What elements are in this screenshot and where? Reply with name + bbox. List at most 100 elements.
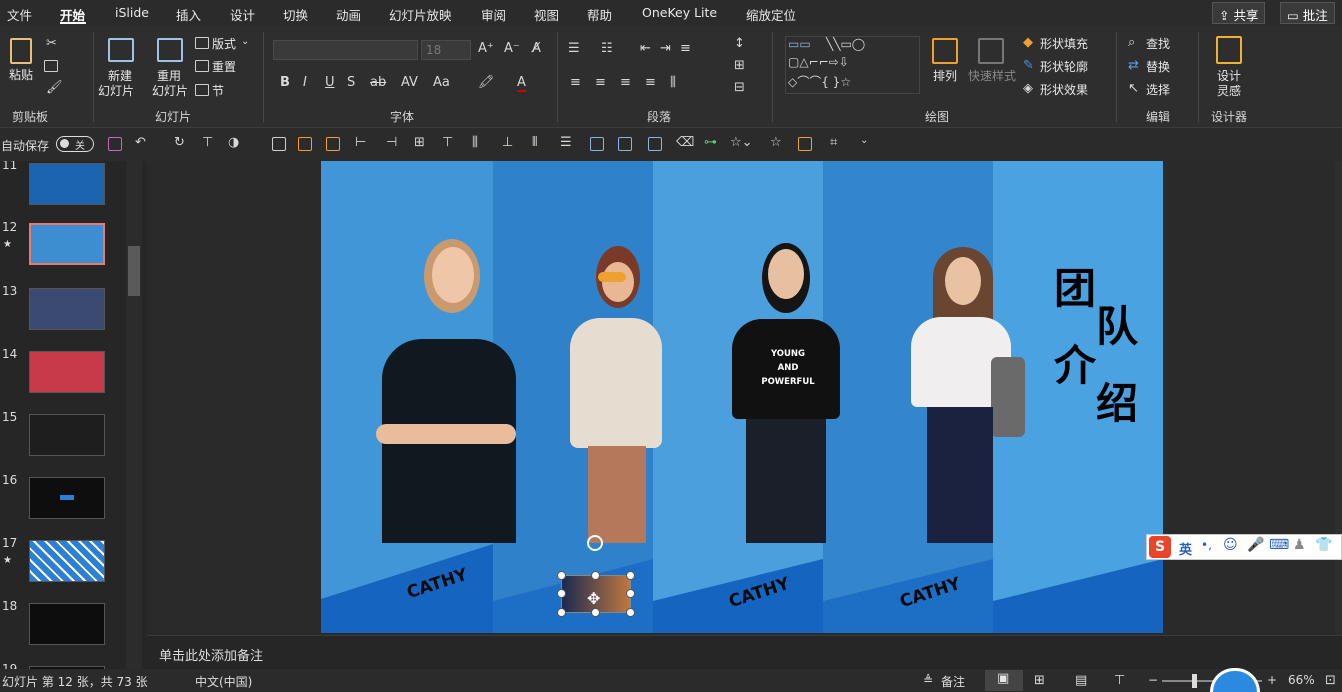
reuse-slide-icon[interactable]: [157, 38, 183, 62]
section-icon[interactable]: [195, 84, 209, 96]
reset-icon[interactable]: [195, 60, 209, 72]
thumbnail-slide-12[interactable]: [29, 223, 105, 265]
design-ideas-icon[interactable]: [1216, 36, 1242, 64]
bullets-icon[interactable]: ☰: [568, 41, 580, 56]
thumbnail-slide-13[interactable]: [29, 288, 105, 330]
numbering-icon[interactable]: ☷: [601, 41, 613, 56]
highlight-icon[interactable]: 🖍: [478, 75, 495, 90]
resize-handle[interactable]: [626, 571, 635, 580]
slide-canvas[interactable]: YOUNG AND POWERFUL 团 队 介 绍 CATHY CATHY C…: [321, 161, 1163, 633]
ime-toolbar[interactable]: S 英 •, ☺ 🎤 ⌨ ♟ 👕: [1146, 534, 1342, 560]
present-icon[interactable]: ⊤: [202, 135, 213, 150]
design-ideas-label-1[interactable]: 设计: [1217, 69, 1241, 83]
tab-animations[interactable]: 动画: [336, 5, 361, 24]
emoji-icon[interactable]: ☺: [1223, 537, 1238, 553]
notes-icon[interactable]: ≜: [923, 673, 933, 687]
new-slide-label-2[interactable]: 幻灯片: [98, 84, 134, 98]
reading-view-icon[interactable]: ▤: [1075, 673, 1087, 688]
arrange-button[interactable]: 排列: [933, 69, 957, 83]
increase-indent-icon[interactable]: ⇥: [660, 41, 671, 56]
reuse-slide-label-1[interactable]: 重用: [157, 69, 181, 83]
zoom-slider-thumb[interactable]: [1192, 674, 1197, 688]
select-button[interactable]: 选择: [1146, 83, 1170, 97]
decrease-indent-icon[interactable]: ⇤: [640, 41, 651, 56]
shape-outline-button[interactable]: 形状轮廓: [1040, 60, 1088, 74]
iSlide-icon[interactable]: [798, 137, 812, 151]
resize-handle[interactable]: [591, 608, 600, 617]
new-slide-label-1[interactable]: 新建: [108, 69, 132, 83]
columns-icon[interactable]: ⫼: [670, 75, 676, 90]
ungroup-icon[interactable]: [326, 137, 340, 151]
tab-view[interactable]: 视图: [534, 5, 559, 24]
customize-qat-icon[interactable]: ⌄: [860, 135, 868, 146]
copy-icon[interactable]: [44, 60, 58, 72]
shapes-gallery[interactable]: ▭▭ ╲╲▭◯ ▢△⌐⌐⇨⇩ ◇⌒⌒{ }☆: [785, 36, 920, 94]
quick-styles-button[interactable]: 快速样式: [968, 69, 1016, 83]
find-icon[interactable]: ⌕: [1128, 35, 1135, 50]
distribute-v-icon[interactable]: ☰: [560, 135, 572, 150]
format-painter-icon[interactable]: 🖌: [46, 80, 63, 95]
thumbnail-slide-15[interactable]: [29, 414, 105, 456]
favorite-icon[interactable]: ☆: [770, 135, 782, 150]
design-ideas-label-2[interactable]: 灵感: [1217, 84, 1241, 98]
tab-zoom-position[interactable]: 缩放定位: [746, 5, 796, 24]
quick-styles-icon[interactable]: [978, 38, 1004, 64]
align-center-icon[interactable]: ≡: [595, 75, 606, 90]
shape-effects-button[interactable]: 形状效果: [1040, 83, 1088, 97]
font-name-combo[interactable]: [273, 40, 418, 60]
shape-fill-icon[interactable]: ◆: [1023, 35, 1033, 50]
resize-handle[interactable]: [626, 589, 635, 598]
zoom-out-button[interactable]: −: [1148, 673, 1158, 687]
tab-review[interactable]: 审阅: [481, 5, 506, 24]
textbox-icon[interactable]: [618, 137, 632, 151]
new-doc-icon[interactable]: [272, 137, 286, 151]
replace-button[interactable]: 替换: [1146, 60, 1170, 74]
tab-help[interactable]: 帮助: [587, 5, 612, 24]
redo-icon[interactable]: ↻: [174, 135, 185, 150]
save-icon[interactable]: [108, 137, 122, 151]
notes-toggle-button[interactable]: 备注: [941, 673, 965, 690]
clear-format-icon[interactable]: A̸: [532, 41, 541, 56]
tab-islide[interactable]: iSlide: [115, 5, 149, 20]
replace-icon[interactable]: ⇄: [1128, 58, 1139, 73]
font-size-combo[interactable]: 18: [421, 40, 471, 60]
shape-outline-icon[interactable]: ✎: [1023, 58, 1034, 73]
text-direction-icon[interactable]: ↕: [734, 36, 745, 51]
thumbnail-slide-16[interactable]: [29, 477, 105, 519]
align-right-icon[interactable]: ≡: [620, 75, 631, 90]
thumbnail-slide-11[interactable]: [29, 163, 105, 205]
align-right-obj-icon[interactable]: ⊣: [386, 135, 397, 150]
line-shape-icon[interactable]: ╲╲▭◯: [826, 37, 865, 51]
comments-button[interactable]: ▭ 批注: [1280, 2, 1335, 24]
language-indicator[interactable]: 中文(中国): [195, 673, 252, 690]
arrange-icon[interactable]: [932, 38, 958, 64]
reuse-slide-label-2[interactable]: 幻灯片: [152, 84, 188, 98]
tab-design[interactable]: 设计: [230, 5, 255, 24]
char-spacing-icon[interactable]: AV: [401, 75, 418, 90]
picture-icon[interactable]: [590, 137, 604, 151]
tab-file[interactable]: 文件: [7, 5, 32, 24]
eraser-icon[interactable]: ⌫: [676, 135, 694, 150]
section-button[interactable]: 节: [212, 84, 224, 98]
new-slide-icon[interactable]: [108, 38, 134, 62]
normal-view-button[interactable]: ▣: [985, 670, 1023, 691]
crop-icon[interactable]: ⌗: [830, 135, 837, 150]
shadow-icon[interactable]: S: [347, 75, 355, 90]
shape-fill-button[interactable]: 形状填充: [1040, 37, 1088, 51]
tab-onekey-lite[interactable]: OneKey Lite: [642, 5, 717, 20]
find-button[interactable]: 查找: [1146, 37, 1170, 51]
rotate-handle-icon[interactable]: [587, 535, 603, 551]
chevron-down-icon[interactable]: ⌄: [241, 36, 249, 47]
align-top-obj-icon[interactable]: ⊤: [442, 135, 453, 150]
font-color-icon[interactable]: A: [517, 75, 526, 92]
resize-handle[interactable]: [557, 571, 566, 580]
thumbnail-slide-17[interactable]: [29, 540, 105, 582]
italic-icon[interactable]: I: [303, 75, 307, 90]
shapes-row3-icon[interactable]: ◇⌒⌒{ }☆: [788, 73, 851, 90]
align-center-obj-icon[interactable]: ⊞: [414, 135, 425, 150]
align-left-icon[interactable]: ≡: [570, 75, 581, 90]
justify-icon[interactable]: ≡: [645, 75, 656, 90]
punctuation-icon[interactable]: •,: [1201, 538, 1212, 552]
change-case-icon[interactable]: Aa: [433, 75, 450, 90]
scrollbar-thumb[interactable]: [128, 246, 140, 296]
